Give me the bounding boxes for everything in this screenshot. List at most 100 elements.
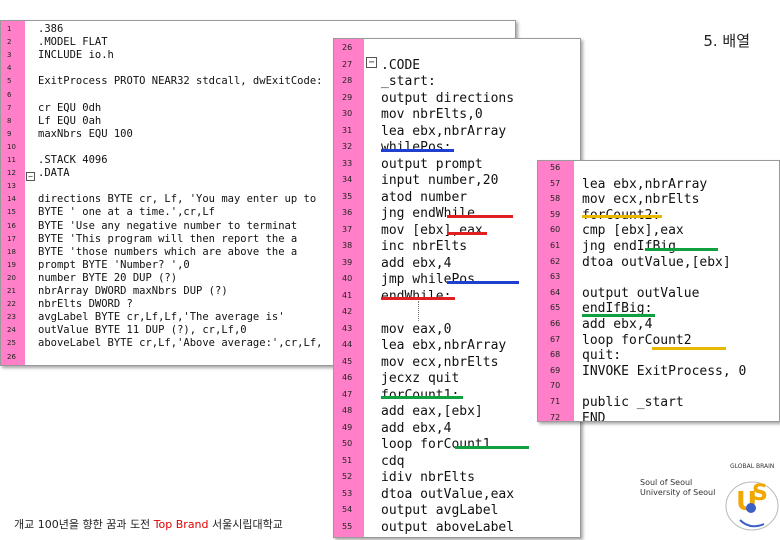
code-line: mov ecx,nbrElts	[582, 192, 700, 208]
line-number: 72	[550, 412, 561, 422]
line-number: 70	[550, 381, 561, 391]
code-line: lea ebx,nbrArray	[582, 176, 708, 192]
footer-brand: Top Brand	[153, 518, 209, 531]
code-line: add ebx,4	[582, 317, 653, 332]
code-line: whilePos:	[381, 140, 452, 155]
line-number: 71	[550, 397, 561, 406]
collapse-icon[interactable]: −	[366, 57, 377, 68]
code-line: input number,20	[381, 173, 499, 188]
code-line: BYTE 'This program will then report the …	[38, 232, 298, 245]
line-number: 56	[550, 163, 561, 172]
highlight-whilepos-label	[381, 149, 454, 152]
code-line: output outValue	[582, 285, 700, 301]
code-line: jng endWhile	[381, 206, 475, 221]
code-line: inc nbrElts	[381, 239, 468, 254]
svg-text:S: S	[752, 481, 768, 506]
line-number: 36	[342, 208, 353, 217]
line-number: 21	[7, 287, 16, 295]
highlight-forcount2-ref	[652, 347, 726, 350]
code-line: avgLabel BYTE cr,Lf,Lf,'The average is'	[38, 311, 285, 324]
line-number: 60	[550, 225, 561, 235]
code-line: loop forCount1	[381, 437, 491, 452]
code-line: lea ebx,nbrArray	[381, 123, 507, 139]
line-number: 13	[7, 182, 16, 191]
line-number: 5	[7, 77, 12, 86]
code-line: output aboveLabel	[381, 519, 515, 535]
line-number: 19	[7, 260, 16, 269]
line-number: 15	[7, 208, 16, 217]
line-number: 28	[342, 76, 353, 85]
code-line: .CODE	[381, 57, 421, 73]
line-number: 62	[550, 256, 561, 266]
code-line: output directions	[381, 90, 515, 106]
code-line: jecxz quit	[381, 371, 460, 386]
code-line: jng endIfBig	[582, 239, 676, 254]
highlight-endwhile-ref	[447, 215, 513, 218]
line-number: 44	[342, 340, 353, 349]
line-number: 17	[7, 234, 16, 243]
line-number: 64	[550, 287, 561, 297]
line-number: 54	[342, 505, 353, 514]
code-line: BYTE 'those numbers which are above the …	[38, 245, 298, 258]
code-line: prompt BYTE 'Number? ',0	[38, 258, 190, 271]
line-number: 10	[7, 142, 16, 151]
code-line: idiv nbrElts	[381, 470, 475, 485]
code-line: INVOKE ExitProcess, 0	[582, 363, 747, 379]
footer-text: 개교 100년을 향한 꿈과 도전	[14, 518, 154, 531]
line-number: 11	[7, 156, 16, 164]
code-line: endWhile:	[381, 288, 452, 304]
code-line: nbrArray DWORD maxNbrs DUP (?)	[38, 285, 228, 297]
line-number: 51	[342, 455, 353, 465]
code-line: output prompt	[381, 156, 483, 172]
line-number: 46	[342, 373, 353, 382]
code-line: mov nbrElts,0	[381, 107, 483, 122]
highlight-endifbig-ref	[645, 248, 718, 251]
line-number: 12	[7, 169, 16, 178]
line-number: 47	[342, 389, 353, 399]
highlight-forcount1-label	[381, 396, 463, 399]
code-line: ExitProcess PROTO NEAR32 stdcall, dwExit…	[38, 75, 323, 88]
code-line: cdq	[381, 453, 405, 469]
line-number: 8	[7, 116, 12, 125]
code-line: outValue BYTE 11 DUP (?), cr,Lf,0	[38, 324, 247, 337]
footer-slogan: 개교 100년을 향한 꿈과 도전 Top Brand 서울시립대학교	[14, 516, 283, 532]
line-number: 45	[342, 356, 353, 366]
code-line: dtoa outValue,eax	[381, 486, 515, 502]
line-number: 34	[342, 175, 353, 184]
line-number: 18	[7, 247, 16, 256]
line-number: 7	[7, 103, 12, 112]
line-number: 52	[342, 472, 353, 481]
code-line: maxNbrs EQU 100	[38, 127, 133, 140]
collapse-icon[interactable]: −	[26, 172, 35, 181]
code-line: BYTE ' one at a time.',cr,Lf	[38, 206, 216, 219]
code-line: .STACK 4096	[38, 154, 108, 166]
line-number: 68	[550, 350, 561, 360]
line-number: 25	[7, 339, 16, 348]
code-line: mov ecx,nbrElts	[381, 354, 499, 370]
highlight-whilepos-ref	[447, 281, 519, 284]
line-number: 33	[342, 158, 353, 168]
line-number: 42	[342, 307, 353, 316]
code-line: BYTE 'Use any negative number to termina…	[38, 219, 298, 232]
line-number: 9	[7, 129, 12, 138]
line-number: 58	[550, 194, 561, 204]
slide-title: 5. 배열	[703, 32, 750, 50]
line-number: 50	[342, 439, 353, 448]
code-line: number BYTE 20 DUP (?)	[38, 271, 178, 284]
line-number: 6	[7, 90, 12, 99]
highlight-forcount1-ref	[455, 446, 529, 449]
line-number: 65	[550, 303, 561, 313]
line-number: 66	[550, 319, 561, 328]
line-number: 49	[342, 422, 353, 432]
code-line: add eax,[ebx]	[381, 404, 483, 419]
code-line: lea ebx,nbrArray	[381, 338, 507, 353]
line-number: 22	[7, 300, 16, 309]
line-number: 48	[342, 406, 353, 415]
code-line: mov [ebx],eax	[381, 222, 483, 238]
line-number: 2	[7, 38, 12, 47]
line-number: 26	[7, 352, 16, 361]
line-number: 35	[342, 191, 353, 201]
uos-logo-icon: U S	[725, 481, 779, 531]
line-number: 37	[342, 224, 353, 234]
code-line: jmp whilePos	[381, 272, 475, 287]
